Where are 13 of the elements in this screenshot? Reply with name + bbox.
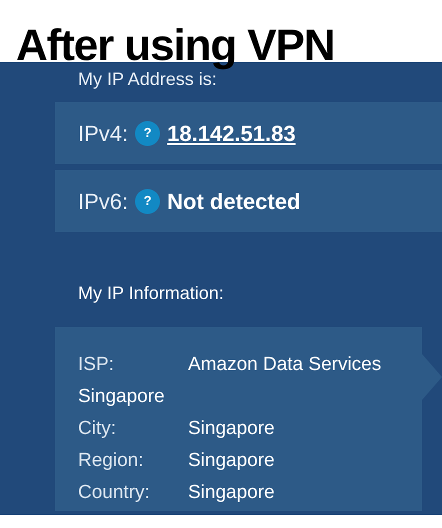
info-line: City: Singapore (78, 417, 276, 441)
help-button[interactable]: ? (135, 188, 160, 214)
address-label: IPv4: (78, 120, 128, 148)
caption: After using VPN (16, 24, 334, 68)
section-heading: My IP Address is: (78, 69, 217, 91)
info-line: Country: Singapore (78, 481, 276, 505)
address-value: Not detected (167, 188, 300, 216)
ip-link[interactable]: 18.142.51.83 (167, 116, 296, 150)
address-label: IPv6: (78, 188, 128, 216)
info-line: ISP: Amazon Data Services Singapore (78, 353, 382, 409)
help-button[interactable]: ? (135, 120, 160, 146)
info-line: Region: Singapore (78, 449, 276, 473)
section-heading: My IP Information: (78, 282, 224, 305)
